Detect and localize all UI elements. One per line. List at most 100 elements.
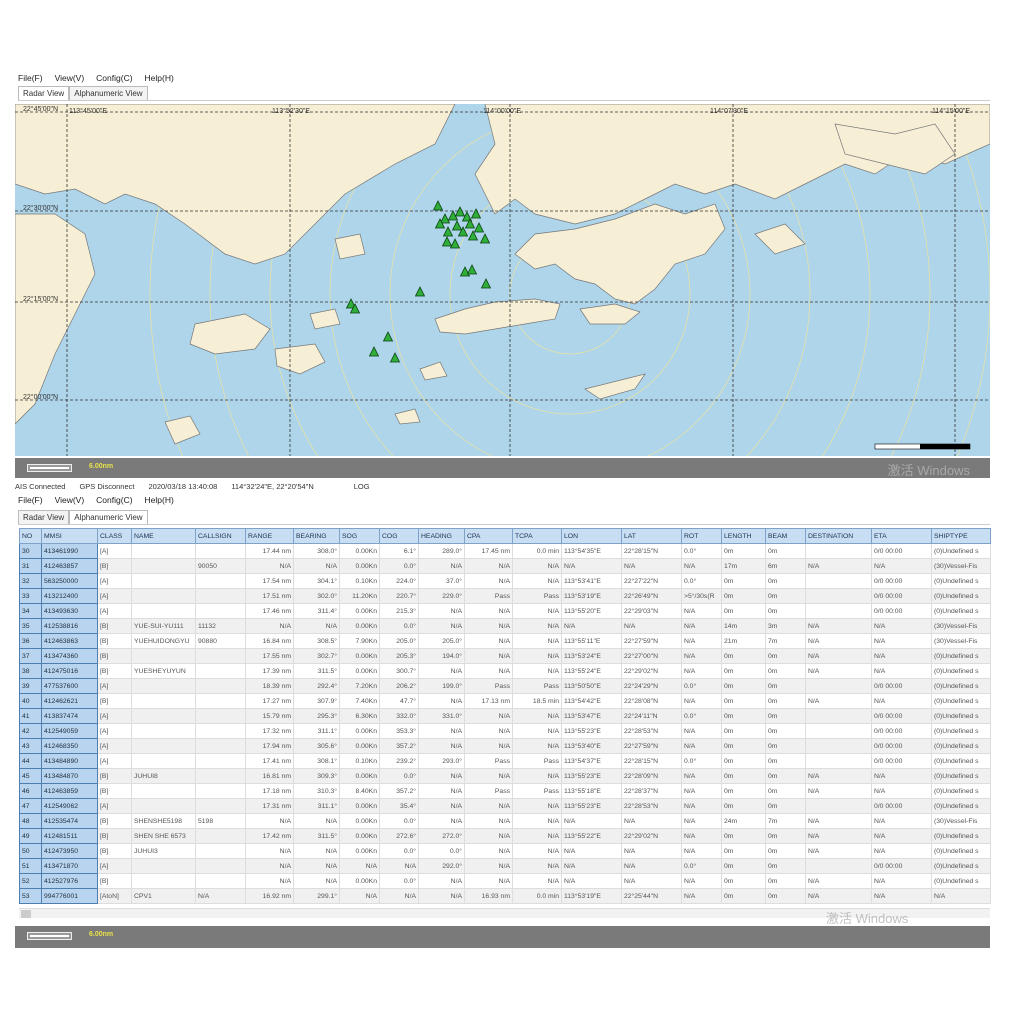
cell-eta: N/A (871, 843, 932, 859)
table-row[interactable]: 48 412535474 [B] SHENSHE5198 5198 N/A N/A 0.00K… (19, 813, 991, 829)
column-header-mmsi[interactable]: MMSI (41, 528, 98, 544)
cell-beam: 0m (765, 738, 806, 754)
cell-shiptype: (0)Undefined s (931, 603, 991, 619)
ship-icon[interactable] (414, 286, 426, 297)
ship-icon[interactable] (473, 222, 485, 233)
table-row[interactable]: 41 413837474 [A] 15.79 nm 295.3° 6.30Kn 332.0°… (19, 708, 991, 724)
table-row[interactable]: 33 413212400 [A] 17.51 nm 302.0° 11.20Kn 220.7… (19, 588, 991, 604)
cell-name (131, 678, 196, 694)
column-header-tcpa[interactable]: TCPA (512, 528, 562, 544)
ship-icon[interactable] (449, 238, 461, 249)
cell-class: [A] (97, 708, 132, 724)
cell-beam: 0m (765, 708, 806, 724)
ship-icon[interactable] (480, 278, 492, 289)
cell-lat: 22°27'59"N (621, 738, 682, 754)
cell-sog: N/A (339, 888, 380, 904)
column-header-destination[interactable]: DESTINATION (805, 528, 872, 544)
cell-length: 0m (721, 843, 766, 859)
column-header-range[interactable]: RANGE (245, 528, 294, 544)
zoom-scale-slider[interactable] (27, 464, 72, 472)
table-row[interactable]: 52 412527976 [B] N/A N/A 0.00Kn 0.0° N/A N/A N/A N… (19, 873, 991, 889)
menu-help[interactable]: Help(H) (145, 73, 174, 83)
table-row[interactable]: 38 412475016 [B] YUESHEYUYUN 17.39 nm 311.5° 0… (19, 663, 991, 679)
table-row[interactable]: 49 412481511 [B] SHEN SHE 6573 17.42 nm 311.5… (19, 828, 991, 844)
ship-icon[interactable] (454, 206, 466, 217)
cell-bearing: 311.5° (293, 828, 340, 844)
ship-icon[interactable] (389, 352, 401, 363)
table-row[interactable]: 35 412538816 [B] YUE-SUI-YU111 11132 N/A N/A 0.… (19, 618, 991, 634)
zoom-scale-slider[interactable] (27, 932, 72, 940)
table-row[interactable]: 43 412468350 [A] 17.94 nm 305.6° 0.00Kn 357.2°… (19, 738, 991, 754)
menu-view[interactable]: View(V) (55, 495, 85, 505)
menu-config[interactable]: Config(C) (96, 73, 132, 83)
cell-cpa: 16.93 nm (464, 888, 513, 904)
ship-icon[interactable] (441, 236, 453, 247)
tab-alphanumeric-view[interactable]: Alphanumeric View (69, 86, 148, 100)
table-row[interactable]: 39 477537600 [A] 18.39 nm 292.4° 7.20Kn 206.2°… (19, 678, 991, 694)
ship-icon[interactable] (466, 264, 478, 275)
table-row[interactable]: 40 412462621 [B] 17.27 nm 307.9° 7.40Kn 47.7° N… (19, 693, 991, 709)
cell-destination (805, 603, 872, 619)
column-header-shiptype[interactable]: SHIPTYPE (931, 528, 991, 544)
cell-shiptype: N/A (931, 888, 991, 904)
cell-name: JUHUI8 (131, 768, 196, 784)
column-header-callsign[interactable]: CALLSIGN (195, 528, 246, 544)
ship-icon[interactable] (432, 200, 444, 211)
table-row[interactable]: 30 413461990 [A] 17.44 nm 308.0° 0.00Kn 6.1° 28… (19, 543, 991, 559)
table-row[interactable]: 37 413474360 [B] 17.55 nm 302.7° 0.00Kn 205.3°… (19, 648, 991, 664)
table-row[interactable]: 31 412463857 [B] 90050 N/A N/A 0.00Kn 0.0° N/A N/… (19, 558, 991, 574)
table-row[interactable]: 45 413484870 [B] JUHUI8 16.81 nm 309.3° 0.00Kn… (19, 768, 991, 784)
column-header-no[interactable]: NO (19, 528, 42, 544)
menu-file[interactable]: File(F) (18, 495, 43, 505)
cell-range: N/A (245, 873, 294, 889)
table-row[interactable]: 32 563250000 [A] 17.54 nm 304.1° 0.10Kn 224.0°… (19, 573, 991, 589)
ship-icon[interactable] (368, 346, 380, 357)
tab-radar-view[interactable]: Radar View (18, 86, 70, 100)
column-header-eta[interactable]: ETA (871, 528, 932, 544)
cell-cpa: N/A (464, 828, 513, 844)
tab-alphanumeric-view[interactable]: Alphanumeric View (69, 510, 148, 524)
tab-radar-view[interactable]: Radar View (18, 510, 70, 524)
column-header-cpa[interactable]: CPA (464, 528, 513, 544)
column-header-beam[interactable]: BEAM (765, 528, 806, 544)
column-header-sog[interactable]: SOG (339, 528, 380, 544)
menu-config[interactable]: Config(C) (96, 495, 132, 505)
column-header-name[interactable]: NAME (131, 528, 196, 544)
ship-icon[interactable] (439, 213, 451, 224)
column-header-bearing[interactable]: BEARING (293, 528, 340, 544)
scroll-left-arrow[interactable] (21, 910, 31, 918)
cell-lon: 113°54'42"E (561, 693, 622, 709)
cell-heading: 37.0° (418, 573, 465, 589)
column-header-lat[interactable]: LAT (621, 528, 682, 544)
ship-icon[interactable] (382, 331, 394, 342)
column-header-cog[interactable]: COG (379, 528, 419, 544)
column-header-rot[interactable]: ROT (681, 528, 722, 544)
cell-rot: N/A (681, 888, 722, 904)
table-row[interactable]: 51 413471870 [A] N/A N/A N/A N/A 292.0° N/A N/A N/… (19, 858, 991, 874)
ship-icon[interactable] (459, 266, 471, 277)
table-row[interactable]: 44 413484890 [A] 17.41 nm 308.1° 0.10Kn 239.2°… (19, 753, 991, 769)
table-row[interactable]: 42 412549059 [A] 17.32 nm 311.1° 0.00Kn 353.3°… (19, 723, 991, 739)
cell-destination (805, 858, 872, 874)
column-header-length[interactable]: LENGTH (721, 528, 766, 544)
table-row[interactable]: 36 412463863 [B] YUEHUIDONGYU 90880 16.84 nm 3… (19, 633, 991, 649)
ship-icon[interactable] (470, 208, 482, 219)
table-row[interactable]: 53 994776001 [AtoN] CPV1 N/A 16.92 nm 299.1° N/… (19, 888, 991, 904)
menu-help[interactable]: Help(H) (145, 495, 174, 505)
table-row[interactable]: 50 412473950 [B] JUHUI3 N/A N/A 0.00Kn 0.0° 0.0°… (19, 843, 991, 859)
ship-icon[interactable] (451, 220, 463, 231)
table-row[interactable]: 47 412549062 [A] 17.31 nm 311.1° 0.00Kn 35.4° N… (19, 798, 991, 814)
table-row[interactable]: 34 413493630 [A] 17.46 nm 311.4° 0.00Kn 215.3°… (19, 603, 991, 619)
tab-bar-bottom: Radar View Alphanumeric View (18, 510, 990, 525)
cell-sog: 0.00Kn (339, 768, 380, 784)
radar-map[interactable]: 22°45'00"N 22°30'00"N 22°15'00"N 22°00'0… (15, 104, 990, 456)
menu-file[interactable]: File(F) (18, 73, 43, 83)
column-header-heading[interactable]: HEADING (418, 528, 465, 544)
column-header-class[interactable]: CLASS (97, 528, 132, 544)
menu-view[interactable]: View(V) (55, 73, 85, 83)
table-row[interactable]: 46 412463859 [B] 17.18 nm 310.3° 8.40Kn 357.2°… (19, 783, 991, 799)
cursor-position: 114°32'24"E, 22°20'54"N (231, 482, 314, 491)
column-header-lon[interactable]: LON (561, 528, 622, 544)
cell-eta: N/A (871, 813, 932, 829)
ship-icon[interactable] (479, 233, 491, 244)
